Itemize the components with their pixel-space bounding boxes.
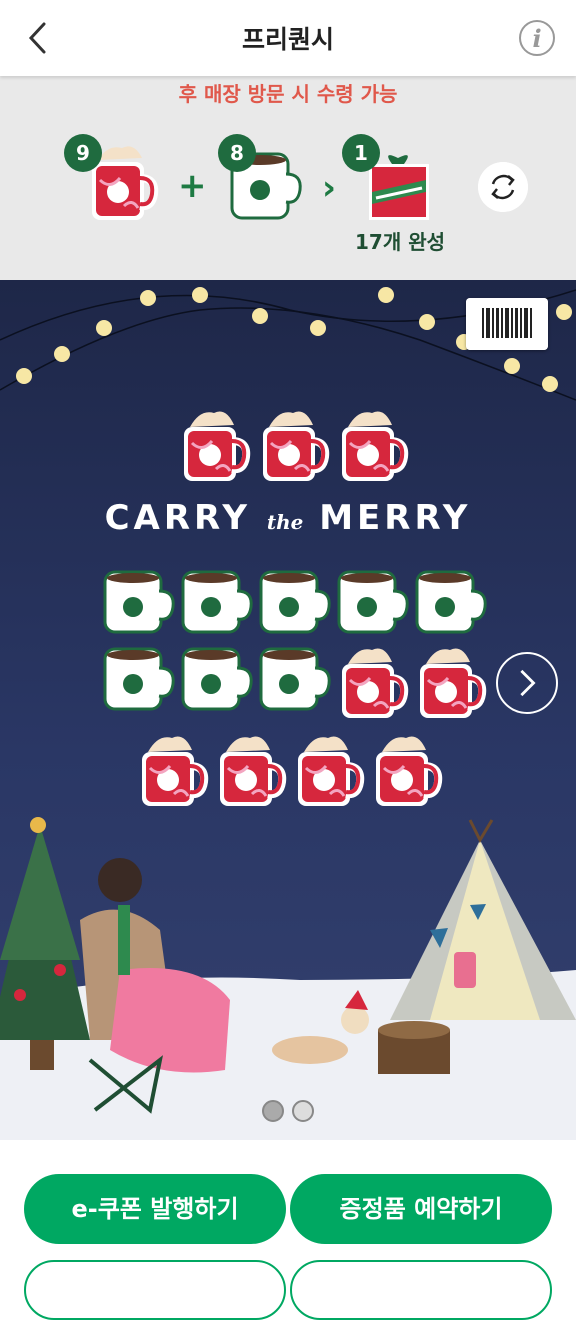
red-cup-sticker-icon [292, 730, 366, 814]
white-cup-sticker-icon [258, 646, 332, 716]
action-area: e-쿠폰 발행하기 증정품 예약하기 [0, 1140, 576, 1320]
red-cup-sticker-icon [178, 405, 252, 489]
red-cup-sticker-icon [336, 405, 410, 489]
refresh-icon[interactable] [478, 162, 528, 212]
plus-icon: + [178, 166, 207, 206]
barcode-icon[interactable] [466, 298, 548, 350]
red-cup-sticker-icon [370, 730, 444, 814]
red-cup-sticker-icon [136, 730, 210, 814]
white-cup-sticker-icon [258, 569, 332, 639]
card-title: CARRY the MERRY [0, 498, 576, 538]
page-dot[interactable] [262, 1100, 284, 1122]
gift-count-badge: 1 [342, 134, 380, 172]
reserve-gift-button[interactable]: 증정품 예약하기 [290, 1174, 552, 1244]
white-count-badge: 8 [218, 134, 256, 172]
white-cup-sticker-icon [180, 569, 254, 639]
pickup-notice: 후 매장 방문 시 수령 가능 [178, 82, 398, 106]
white-cup-sticker-icon [102, 646, 176, 716]
red-cup-sticker-icon [214, 730, 288, 814]
title-carry: CARRY [104, 498, 251, 538]
red-cup-sticker-icon [414, 642, 488, 726]
white-cup-sticker-icon [102, 569, 176, 639]
issue-coupon-button[interactable]: e-쿠폰 발행하기 [24, 1174, 286, 1244]
white-cup-sticker-icon [180, 646, 254, 716]
title-the: the [266, 510, 304, 534]
white-cup-sticker-icon [414, 569, 488, 639]
app-header: 프리퀀시 i [0, 0, 576, 76]
secondary-button-right[interactable] [290, 1260, 552, 1320]
white-cup-sticker-icon [336, 569, 410, 639]
chevron-right-icon[interactable] [496, 652, 558, 714]
arrow-right-icon: › [322, 168, 337, 208]
page-dot-active[interactable] [292, 1100, 314, 1122]
red-count-badge: 9 [64, 134, 102, 172]
title-merry: MERRY [319, 498, 472, 538]
svg-text:i: i [532, 24, 541, 53]
info-icon[interactable]: i [518, 19, 556, 57]
red-cup-sticker-icon [336, 642, 410, 726]
complete-count: 17개 완성 [355, 230, 445, 254]
secondary-button-left[interactable] [24, 1260, 286, 1320]
page-title: 프리퀀시 [241, 25, 334, 54]
sticker-card: CARRY the MERRY [0, 280, 576, 1140]
red-cup-sticker-icon [257, 405, 331, 489]
